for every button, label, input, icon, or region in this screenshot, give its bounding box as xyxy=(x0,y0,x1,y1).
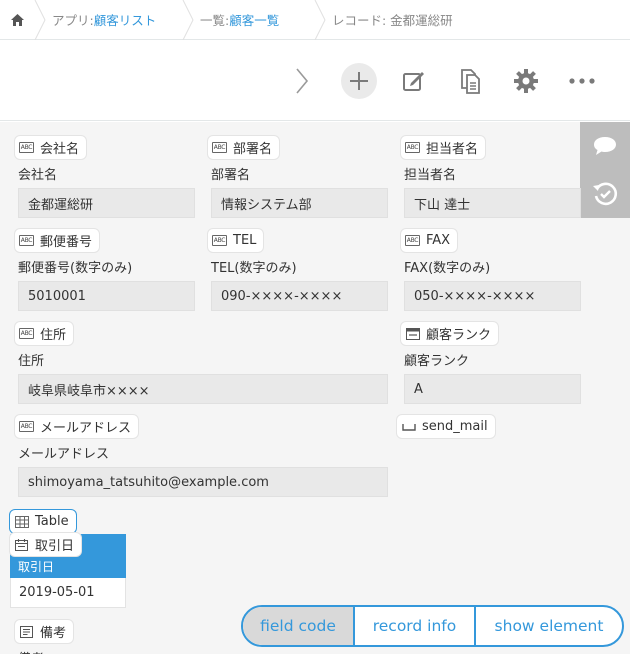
record-info-button[interactable]: record info xyxy=(355,607,476,645)
value-address: 岐阜県岐阜市×××× xyxy=(18,374,388,404)
value-email: shimoyama_tatsuhito@example.com xyxy=(18,467,388,497)
display-mode-toggle: field code record info show element xyxy=(241,605,624,647)
value-rank: A xyxy=(404,374,581,404)
field-code-address-text: 住所 xyxy=(40,328,67,343)
field-code-zip: ABC 郵便番号 xyxy=(15,229,100,252)
breadcrumb-record-label: レコード: 金都運総研 xyxy=(332,13,453,28)
value-fax: 050-××××-×××× xyxy=(404,281,581,311)
field-code-company: ABC 会社名 xyxy=(15,136,87,159)
home-icon[interactable] xyxy=(0,0,34,40)
value-department: 情報システム部 xyxy=(211,188,388,218)
field-code-tel: ABC TEL xyxy=(208,229,264,252)
history-icon[interactable] xyxy=(580,170,630,218)
label-fax: FAX(数字のみ) xyxy=(404,261,491,276)
label-zip: 郵便番号(数字のみ) xyxy=(18,261,133,276)
field-code-person-text: 担当者名 xyxy=(426,142,479,157)
breadcrumb-app-prefix: アプリ: xyxy=(52,13,94,28)
label-department: 部署名 xyxy=(211,168,251,183)
record-toolbar xyxy=(0,41,630,121)
text-field-icon: ABC xyxy=(19,235,34,246)
field-code-button[interactable]: field code xyxy=(243,607,355,645)
label-email: メールアドレス xyxy=(18,447,110,462)
text-field-icon: ABC xyxy=(212,142,227,153)
field-code-send-mail: send_mail xyxy=(397,415,495,438)
value-tel: 090-××××-×××× xyxy=(211,281,388,311)
field-code-department: ABC 部署名 xyxy=(208,136,280,159)
breadcrumb-app[interactable]: アプリ: 顧客リスト xyxy=(34,0,182,40)
breadcrumb: アプリ: 顧客リスト 一覧: 顧客一覧 レコード: 金都運総研 xyxy=(0,0,630,40)
field-code-notes-text: 備考 xyxy=(40,626,67,641)
space-icon xyxy=(401,421,416,433)
side-actions xyxy=(580,122,630,218)
show-element-button[interactable]: show element xyxy=(476,607,622,645)
copy-icon[interactable] xyxy=(452,63,488,99)
comment-icon[interactable] xyxy=(580,122,630,170)
breadcrumb-view-link[interactable]: 顧客一覧 xyxy=(229,10,279,29)
record-detail: ABC 会社名 会社名 金都運総研 ABC 部署名 部署名 情報システム部 ABC 担… xyxy=(0,122,630,654)
field-code-fax: ABC FAX xyxy=(401,229,458,252)
text-field-icon: ABC xyxy=(405,235,420,246)
multiline-text-icon xyxy=(19,625,34,638)
breadcrumb-record: レコード: 金都運総研 xyxy=(314,0,453,40)
field-code-person: ABC 担当者名 xyxy=(401,136,486,159)
text-field-icon: ABC xyxy=(19,142,34,153)
field-code-zip-text: 郵便番号 xyxy=(40,235,93,250)
table-header-label: 取引日 xyxy=(18,560,55,574)
edit-icon[interactable] xyxy=(396,63,432,99)
value-person: 下山 達士 xyxy=(404,188,581,218)
value-zip: 5010001 xyxy=(18,281,195,311)
field-code-address: ABC 住所 xyxy=(15,322,74,345)
field-code-tel-text: TEL xyxy=(233,233,257,248)
field-code-rank: 顧客ランク xyxy=(401,322,499,345)
text-field-icon: ABC xyxy=(212,235,227,246)
breadcrumb-app-link[interactable]: 顧客リスト xyxy=(94,10,157,29)
gear-icon[interactable] xyxy=(508,63,544,99)
label-rank: 顧客ランク xyxy=(404,354,470,369)
next-icon[interactable] xyxy=(284,63,320,99)
field-code-email: ABC メールアドレス xyxy=(15,415,139,438)
field-code-fax-text: FAX xyxy=(426,233,451,248)
breadcrumb-view[interactable]: 一覧: 顧客一覧 xyxy=(182,0,314,40)
table-cell-trade-date: 2019-05-01 xyxy=(10,578,126,608)
more-icon[interactable] xyxy=(564,63,600,99)
field-code-notes: 備考 xyxy=(15,620,74,643)
field-code-company-text: 会社名 xyxy=(40,142,80,157)
dropdown-field-icon xyxy=(405,327,420,340)
calendar-icon xyxy=(14,538,29,551)
field-code-table: Table xyxy=(10,510,76,533)
table-icon xyxy=(14,515,29,528)
label-person: 担当者名 xyxy=(404,168,457,183)
field-code-table-text: Table xyxy=(35,514,69,529)
label-company: 会社名 xyxy=(18,168,58,183)
add-icon[interactable] xyxy=(341,63,377,99)
text-field-icon: ABC xyxy=(405,142,420,153)
text-field-icon: ABC xyxy=(19,328,34,339)
field-code-rank-text: 顧客ランク xyxy=(426,328,492,343)
label-tel: TEL(数字のみ) xyxy=(211,261,297,276)
field-code-email-text: メールアドレス xyxy=(40,421,132,436)
label-notes: 備考 xyxy=(18,648,44,654)
text-field-icon: ABC xyxy=(19,421,34,432)
label-address: 住所 xyxy=(18,354,45,369)
field-code-trade-date: 取引日 xyxy=(10,533,82,556)
breadcrumb-view-prefix: 一覧: xyxy=(200,13,230,28)
field-code-department-text: 部署名 xyxy=(233,142,273,157)
field-code-trade-date-text: 取引日 xyxy=(35,539,75,554)
value-company: 金都運総研 xyxy=(18,188,195,218)
field-code-send-mail-text: send_mail xyxy=(422,419,488,434)
